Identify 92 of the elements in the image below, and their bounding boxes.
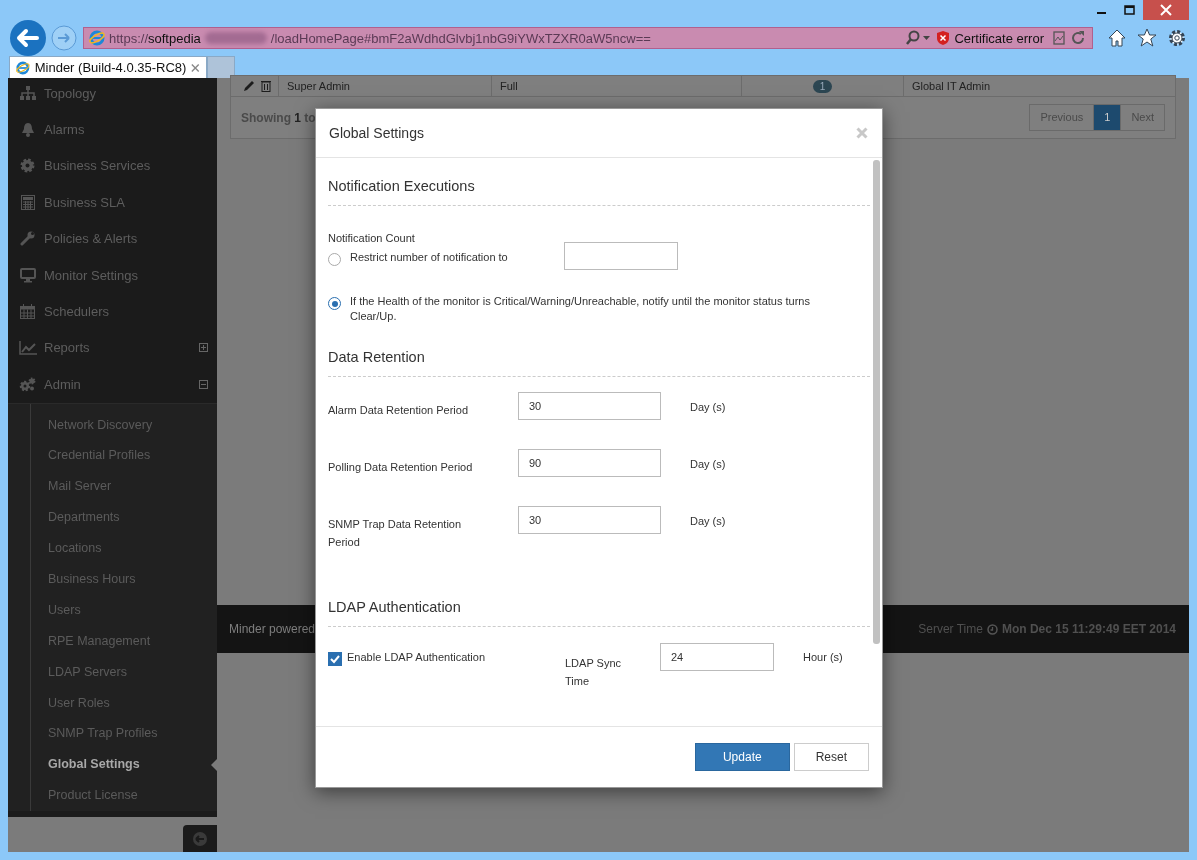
table-cell: Full <box>492 76 742 96</box>
count-badge: 1 <box>812 79 833 93</box>
sitemap-icon <box>19 86 36 101</box>
expand-icon[interactable] <box>199 343 208 353</box>
shield-error-icon[interactable] <box>936 30 951 46</box>
sidebar-subitem[interactable]: Users <box>8 594 217 626</box>
sidebar-subitem[interactable]: Business Hours <box>8 563 217 595</box>
option-label: If the Health of the monitor is Critical/Warning/Unreachable, notify until the monitor status turns Clear/Up. <box>350 294 811 324</box>
browser-logo-icon <box>16 59 30 76</box>
input-field[interactable]: 90 <box>518 449 661 477</box>
redaction-blur <box>204 32 267 44</box>
collapse-icon[interactable] <box>199 379 208 389</box>
section-title: Data Retention <box>328 349 870 377</box>
unit-label: Day (s) <box>690 401 726 413</box>
calculator-icon <box>20 194 35 210</box>
sidebar-subitem[interactable]: LDAP Servers <box>8 656 217 688</box>
address-bar[interactable]: https://softpedia /loadHomePage#bmF2aWdhdGlvbj1nbG9iYWxTZXR0aW5ncw== Certificate error <box>83 27 1093 49</box>
input-field[interactable]: 30 <box>518 506 661 534</box>
url-text: https://softpedia <box>109 30 201 46</box>
input-field[interactable]: 30 <box>518 392 661 420</box>
section-title: Notification Executions <box>328 158 870 206</box>
back-button[interactable] <box>9 19 47 57</box>
sidebar-item[interactable]: Reports <box>8 329 217 367</box>
sidebar-subitem[interactable]: Locations <box>8 533 217 564</box>
sidebar-item[interactable]: Schedulers <box>8 293 217 330</box>
sidebar-item[interactable]: Topology <box>8 78 217 112</box>
browser-tab[interactable]: Minder (Build-4.0.35-RC8) <box>9 56 207 78</box>
sidebar-item[interactable]: Monitor Settings <box>8 256 217 294</box>
star-icon[interactable] <box>1137 28 1157 48</box>
sidebar-subitem[interactable]: User Roles <box>8 687 217 719</box>
sidebar-subitem[interactable]: Mail Server <box>8 471 217 503</box>
tab-title: Minder (Build-4.0.35-RC8) <box>34 60 187 75</box>
certificate-error-text[interactable]: Certificate error <box>954 30 1044 46</box>
unit-label: Day (s) <box>690 458 726 470</box>
url-path: /loadHomePage#bmF2aWdhdGlvbj1nbG9iYWxTZXR0aW5ncw== <box>270 30 651 46</box>
table-cell: Super Admin <box>279 76 492 96</box>
arrow-left-icon <box>192 830 208 847</box>
sidebar-subitem[interactable]: RPE Management <box>8 625 217 657</box>
table-cell-text: Global IT Admin <box>911 79 992 94</box>
reset-button[interactable]: Reset <box>793 743 869 771</box>
close-icon <box>1160 4 1172 16</box>
search-icon[interactable] <box>906 30 933 46</box>
sidebar-subitem[interactable]: Credential Profiles <box>8 440 217 472</box>
settings-icon[interactable] <box>1167 28 1187 48</box>
sidebar-subitem[interactable]: SNMP Trap Profiles <box>8 718 217 750</box>
field-label: LDAP Sync Time <box>565 656 623 689</box>
server-time: Mon Dec 15 11:29:49 EET 2014 <box>1001 622 1176 636</box>
maximize-icon <box>1123 5 1135 15</box>
server-time-label: Server Time <box>918 622 983 636</box>
field-label: Polling Data Retention Period <box>328 460 474 475</box>
bell-icon <box>20 122 35 138</box>
close-button[interactable] <box>1143 0 1189 20</box>
field-label: Notification Count <box>328 232 416 244</box>
browser-logo-icon <box>89 30 105 46</box>
sidebar-subitem[interactable]: Product License <box>8 780 217 812</box>
new-tab-button[interactable] <box>207 56 235 78</box>
update-button[interactable]: Update <box>694 743 790 771</box>
checkbox-label: Enable LDAP Authentication <box>347 651 486 663</box>
sidebar-item[interactable]: Business Services <box>8 147 217 185</box>
option-label: Restrict number of notification to <box>350 250 509 265</box>
sidebar-subitem[interactable]: Global Settings <box>8 749 217 781</box>
input-field[interactable] <box>564 242 678 270</box>
gears-icon <box>19 376 36 392</box>
footer-text: Minder powered <box>229 622 316 636</box>
trash-icon[interactable] <box>261 80 271 92</box>
pencil-icon[interactable] <box>243 80 256 92</box>
refresh-icon[interactable] <box>1070 30 1086 46</box>
home-icon[interactable] <box>1107 28 1127 48</box>
gear-icon <box>20 158 35 174</box>
sidebar-item[interactable]: Alarms <box>8 111 217 148</box>
clock-icon <box>986 623 998 635</box>
checkbox[interactable] <box>328 652 342 666</box>
dialog-title: Global Settings <box>329 125 424 141</box>
wrench-icon <box>20 231 35 247</box>
close-icon[interactable] <box>191 62 200 73</box>
field-label: SNMP Trap Data Retention Period <box>328 517 463 550</box>
calendar-icon <box>20 304 35 320</box>
pagination-button[interactable]: 1 <box>1093 104 1122 131</box>
sidebar-item[interactable]: Policies & Alerts <box>8 220 217 257</box>
chart-icon <box>18 340 37 356</box>
field-label: Alarm Data Retention Period <box>328 403 469 418</box>
section-title: LDAP Authentication <box>328 599 870 627</box>
minimize-icon <box>1096 12 1106 14</box>
sidebar-item[interactable]: Business SLA <box>8 184 217 221</box>
sidebar-item[interactable]: Admin <box>8 366 217 403</box>
input-field[interactable]: 24 <box>660 643 774 671</box>
sidebar-subitem[interactable]: Network Discovery <box>8 409 217 441</box>
unit-label: Day (s) <box>690 515 726 527</box>
sidebar-subitem[interactable]: Departments <box>8 502 217 534</box>
monitor-icon <box>19 267 36 283</box>
unit-label: Hour (s) <box>803 651 843 663</box>
scrollbar[interactable] <box>873 160 880 644</box>
